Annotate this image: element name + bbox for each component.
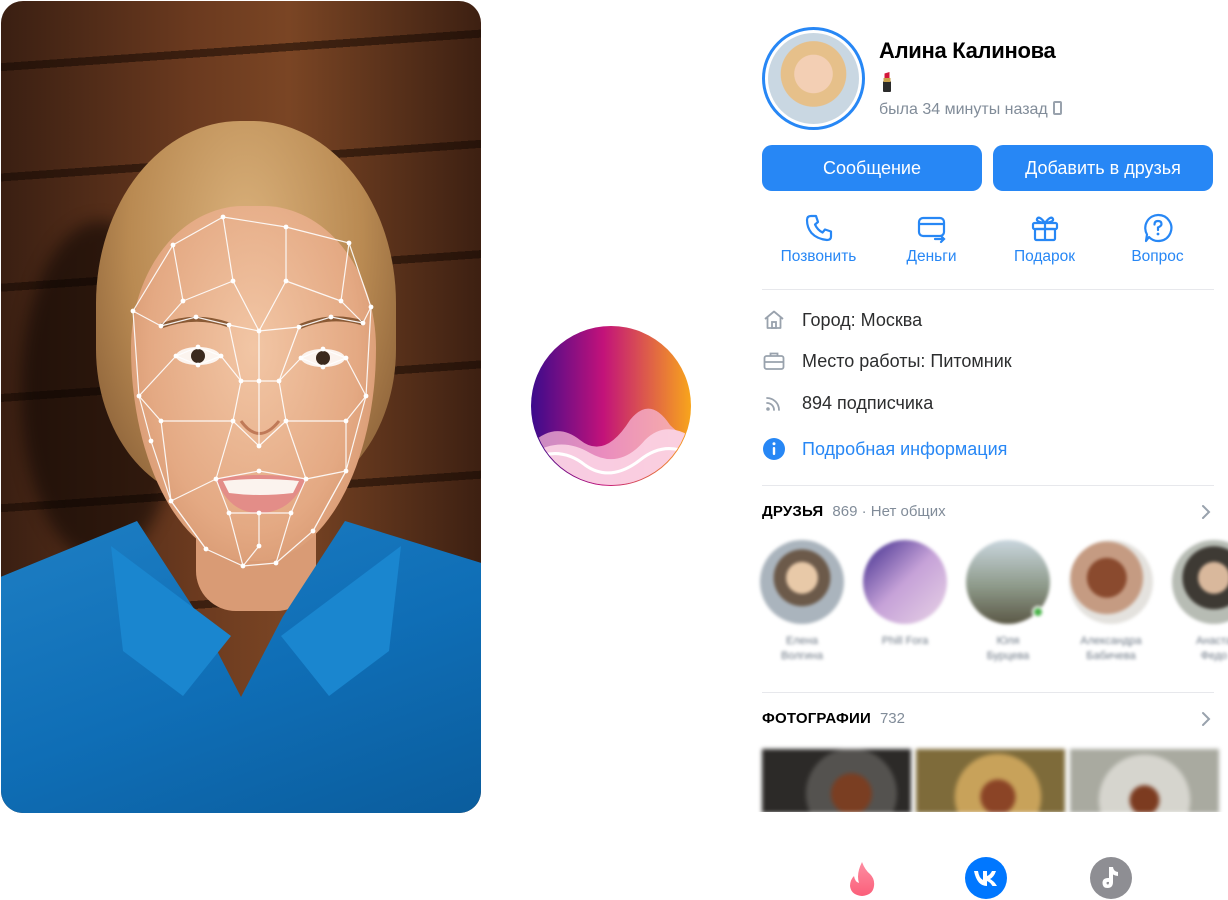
chevron-right-icon	[1202, 711, 1211, 726]
friend-avatar	[1069, 540, 1153, 624]
city-row: Город: Москва	[762, 308, 922, 332]
friend-avatar	[863, 540, 947, 624]
friends-header[interactable]: ДРУЗЬЯ 869 · Нет общих	[762, 503, 1214, 520]
brand-icons-row	[0, 848, 1228, 899]
divider	[762, 485, 1214, 486]
phone-icon	[805, 214, 832, 242]
app-logo-icon	[531, 326, 691, 486]
info-icon	[763, 438, 785, 460]
photos-header[interactable]: ФОТОГРАФИИ 732	[762, 710, 1214, 727]
friend-item[interactable]: Александра Бабичева	[1069, 540, 1153, 664]
tiktok-logo-icon	[1090, 857, 1132, 899]
divider	[762, 692, 1214, 693]
quick-actions: Позвонить Деньги Подарок Вопрос	[762, 212, 1214, 274]
friend-item[interactable]: Елена Волгина	[760, 540, 844, 664]
photo-thumbnail[interactable]	[1070, 749, 1219, 812]
friends-list: Елена Волгина Phill Fora Юля Бурцева Але…	[760, 540, 1228, 670]
money-card-icon	[917, 216, 946, 244]
friend-avatar	[966, 540, 1050, 624]
message-button[interactable]: Сообщение	[762, 145, 982, 191]
followers-row[interactable]: 894 подписчика	[762, 391, 933, 415]
vk-profile-panel: Алина Калинова была 34 минуты назад Сооб…	[748, 0, 1228, 812]
call-action[interactable]: Позвонить	[762, 212, 875, 274]
photos-strip	[762, 749, 1228, 812]
friend-item[interactable]: Юля Бурцева	[966, 540, 1050, 664]
friend-avatar	[1172, 540, 1228, 624]
friend-item[interactable]: Анаста Федо	[1172, 540, 1228, 664]
question-bubble-icon	[1143, 213, 1172, 243]
photo-thumbnail[interactable]	[762, 749, 911, 812]
details-link[interactable]: Подробная информация	[762, 437, 1007, 461]
face-landmark-mesh	[130, 214, 374, 569]
vk-logo-icon	[965, 857, 1007, 899]
online-indicator	[1032, 606, 1044, 618]
gift-action[interactable]: Подарок	[988, 212, 1101, 274]
money-action[interactable]: Деньги	[875, 212, 988, 274]
divider	[762, 289, 1214, 290]
avatar[interactable]	[762, 27, 865, 130]
gift-icon	[1031, 216, 1058, 242]
profile-name: Алина Калинова	[879, 38, 1056, 63]
photo-thumbnail[interactable]	[916, 749, 1065, 812]
friend-avatar	[760, 540, 844, 624]
home-icon	[764, 310, 784, 329]
work-row: Место работы: Питомник	[762, 349, 1012, 373]
chevron-right-icon	[1202, 504, 1211, 519]
add-friend-button[interactable]: Добавить в друзья	[993, 145, 1213, 191]
face-scan-photo	[1, 1, 481, 813]
mobile-device-icon	[1052, 101, 1062, 115]
lipstick-icon	[883, 72, 891, 92]
followers-feed-icon	[766, 397, 780, 411]
last-seen-status: была 34 минуты назад	[879, 101, 1062, 119]
question-action[interactable]: Вопрос	[1101, 212, 1214, 274]
tinder-logo-icon	[850, 862, 875, 896]
friend-item[interactable]: Phill Fora	[863, 540, 947, 649]
briefcase-icon	[763, 352, 785, 370]
